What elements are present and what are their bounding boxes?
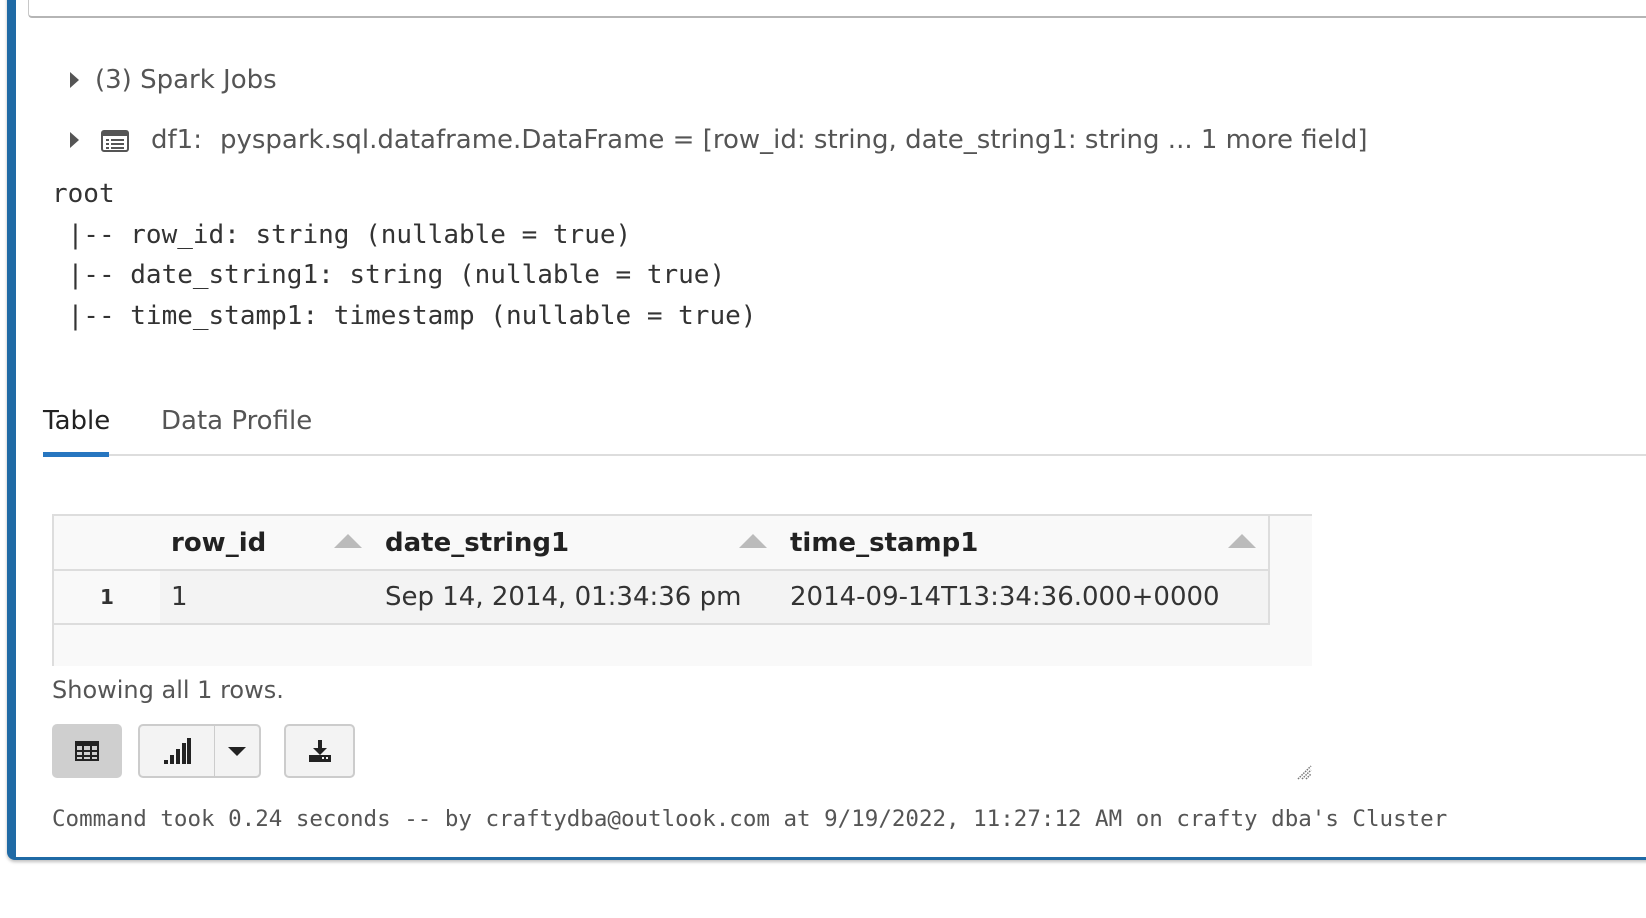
sort-ascending-icon[interactable] bbox=[334, 534, 362, 548]
cell-value: 2014-09-14T13:34:36.000+0000 bbox=[790, 582, 1220, 612]
result-tabs: Table Data Profile bbox=[43, 398, 1646, 457]
table-cell[interactable]: 2014-09-14T13:34:36.000+0000 bbox=[779, 571, 1270, 625]
cell-value: Sep 14, 2014, 01:34:36 pm bbox=[385, 582, 742, 612]
column-header-row-id[interactable]: row_id bbox=[160, 516, 376, 571]
column-header-date-string1[interactable]: date_string1 bbox=[374, 516, 781, 571]
chart-options-dropdown[interactable] bbox=[214, 724, 261, 778]
sort-ascending-icon[interactable] bbox=[739, 534, 767, 548]
command-footer: Command took 0.24 seconds -- by craftydb… bbox=[52, 806, 1448, 832]
column-header-time-stamp1[interactable]: time_stamp1 bbox=[779, 516, 1270, 571]
spark-jobs-toggle[interactable]: (3) Spark Jobs bbox=[70, 62, 277, 98]
dataframe-toggle[interactable]: df1: pyspark.sql.dataframe.DataFrame = [… bbox=[70, 122, 1368, 158]
schema-line: |-- date_string1: string (nullable = tru… bbox=[52, 260, 726, 290]
caret-right-icon bbox=[70, 132, 79, 148]
spark-jobs-label: (3) Spark Jobs bbox=[95, 65, 277, 95]
schema-output: root |-- row_id: string (nullable = true… bbox=[52, 174, 756, 336]
dataframe-type: pyspark.sql.dataframe.DataFrame = [row_i… bbox=[219, 125, 1368, 155]
tab-table[interactable]: Table bbox=[43, 398, 110, 457]
schema-line: |-- time_stamp1: timestamp (nullable = t… bbox=[52, 300, 757, 331]
cell-value: 1 bbox=[171, 582, 188, 612]
chart-view-button[interactable] bbox=[138, 724, 215, 778]
sort-ascending-icon[interactable] bbox=[1228, 534, 1256, 548]
column-header-label: date_string1 bbox=[385, 527, 570, 558]
column-header-label: time_stamp1 bbox=[790, 527, 979, 558]
dataframe-table-icon bbox=[101, 129, 129, 152]
index-header bbox=[54, 516, 162, 571]
caret-down-icon bbox=[228, 746, 246, 756]
resize-handle-icon[interactable] bbox=[1296, 764, 1312, 780]
table-cell[interactable]: 1 bbox=[160, 571, 376, 625]
row-count-status: Showing all 1 rows. bbox=[52, 676, 284, 704]
table-cell[interactable]: Sep 14, 2014, 01:34:36 pm bbox=[374, 571, 781, 625]
table-view-button[interactable] bbox=[52, 724, 122, 778]
schema-line: root bbox=[52, 179, 115, 209]
download-icon bbox=[308, 740, 331, 762]
code-editor[interactable] bbox=[28, 0, 1646, 18]
table-grid-icon bbox=[75, 741, 99, 761]
column-header-label: row_id bbox=[171, 527, 267, 558]
schema-line: |-- row_id: string (nullable = true) bbox=[52, 219, 632, 250]
row-index: 1 bbox=[54, 571, 162, 625]
download-button[interactable] bbox=[284, 724, 355, 778]
bar-chart-icon bbox=[164, 738, 191, 764]
dataframe-name: df1: bbox=[151, 125, 202, 155]
tab-data-profile[interactable]: Data Profile bbox=[161, 398, 312, 452]
caret-right-icon bbox=[70, 72, 79, 88]
results-table: row_id date_string1 time_stamp1 1 1 Sep … bbox=[52, 514, 1312, 666]
column-divider bbox=[1268, 516, 1270, 571]
